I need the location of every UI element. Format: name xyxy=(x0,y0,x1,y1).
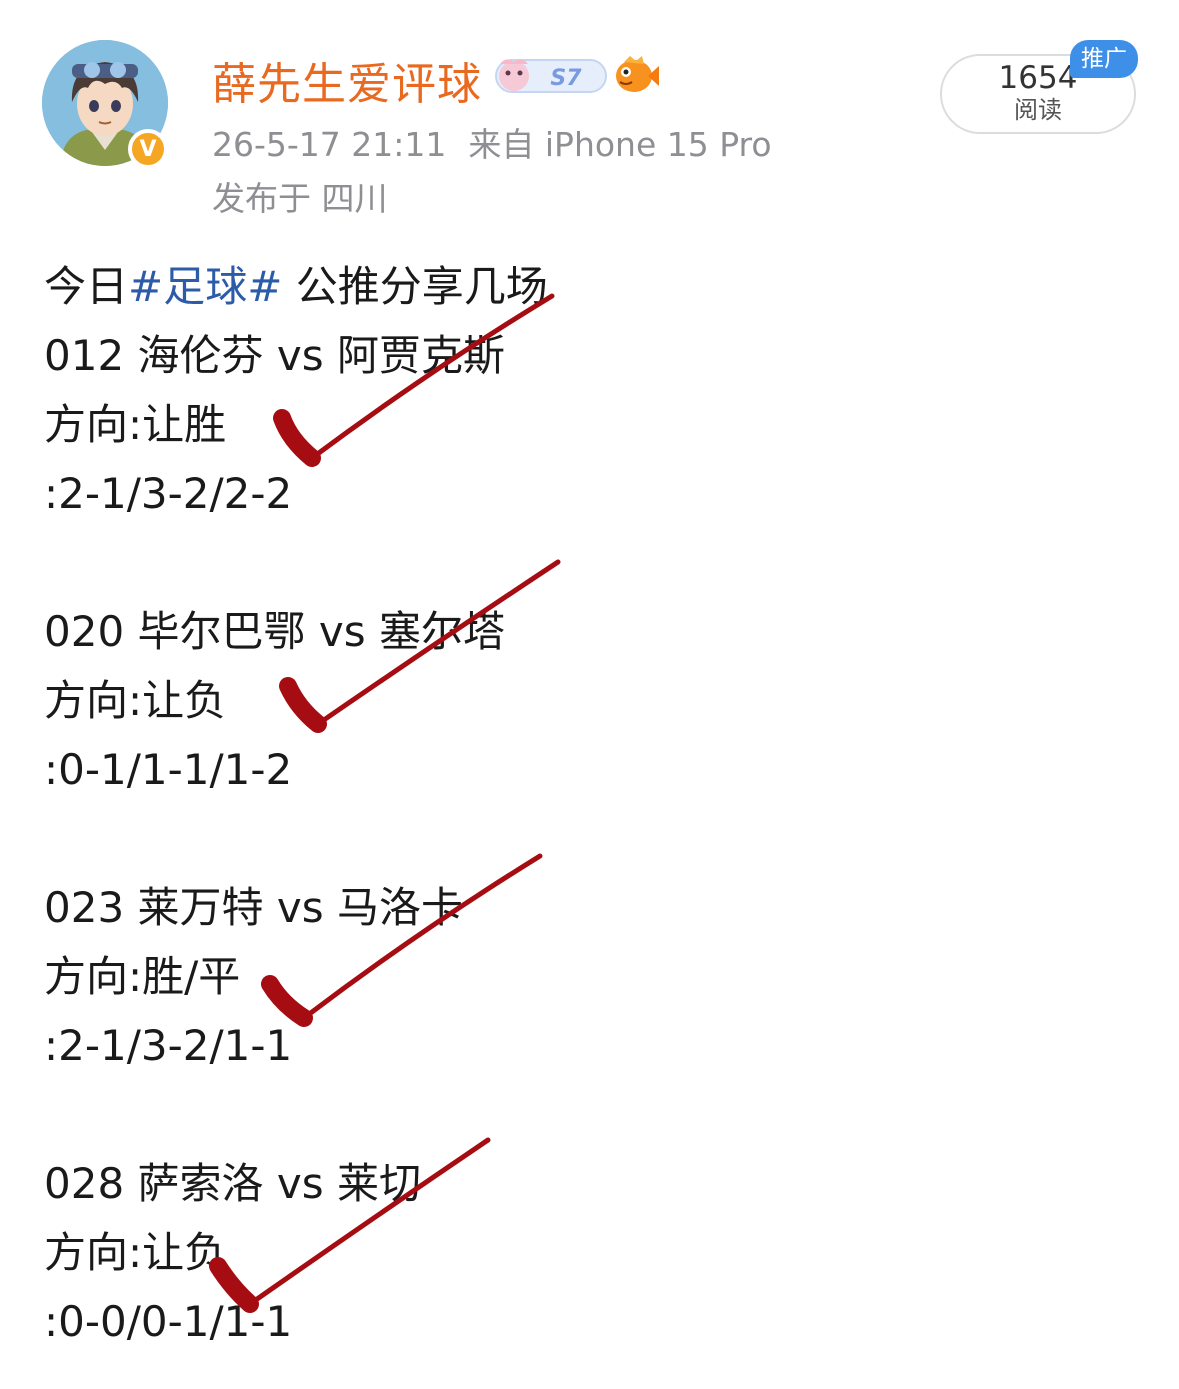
match-scores: :2-1/3-2/1-1 xyxy=(44,1021,293,1070)
match-direction: 方向:胜/平 xyxy=(44,952,241,1001)
hashtag-link[interactable]: #足球# xyxy=(128,262,282,311)
intro-text: 今日 xyxy=(44,262,129,311)
username-link[interactable]: 薛先生爱评球 xyxy=(212,48,482,112)
level-badge-text: S7 xyxy=(550,66,582,91)
match-title: 028 萨索洛 vs 莱切 xyxy=(44,1159,421,1208)
match-title: 012 海伦芬 vs 阿贾克斯 xyxy=(44,331,505,380)
match-scores: :0-0/0-1/1-1 xyxy=(44,1297,293,1346)
intro-text-after: 公推分享几场 xyxy=(282,262,548,311)
post-datetime: 26-5-17 21:11 xyxy=(212,125,447,164)
match-direction: 方向:让胜 xyxy=(44,400,227,449)
level-badge[interactable]: S7 xyxy=(494,54,608,96)
match-scores: :0-1/1-1/1-2 xyxy=(44,745,293,794)
post-location: 发布于 四川 xyxy=(212,179,388,218)
promote-tag[interactable]: 推广 xyxy=(1070,40,1138,78)
match-title: 023 莱万特 vs 马洛卡 xyxy=(44,883,463,932)
post-source: 来自 iPhone 15 Pro xyxy=(468,125,772,164)
read-count-label: 阅读 xyxy=(1014,96,1062,124)
match-direction: 方向:让负 xyxy=(44,676,227,725)
match-title: 020 毕尔巴鄂 vs 塞尔塔 xyxy=(44,607,505,656)
match-scores: :2-1/3-2/2-2 xyxy=(44,469,293,518)
post-body: 今日#足球# 公推分享几场 012 海伦芬 vs 阿贾克斯 方向:让胜 :2-1… xyxy=(44,252,1144,1356)
fish-icon[interactable] xyxy=(612,52,660,96)
verified-badge-icon: V xyxy=(128,129,168,169)
post-meta: 26-5-17 21:11 来自 iPhone 15 Pro xyxy=(212,118,772,166)
post-intro: 今日#足球# 公推分享几场 xyxy=(44,252,1144,321)
match-direction: 方向:让负 xyxy=(44,1228,227,1277)
